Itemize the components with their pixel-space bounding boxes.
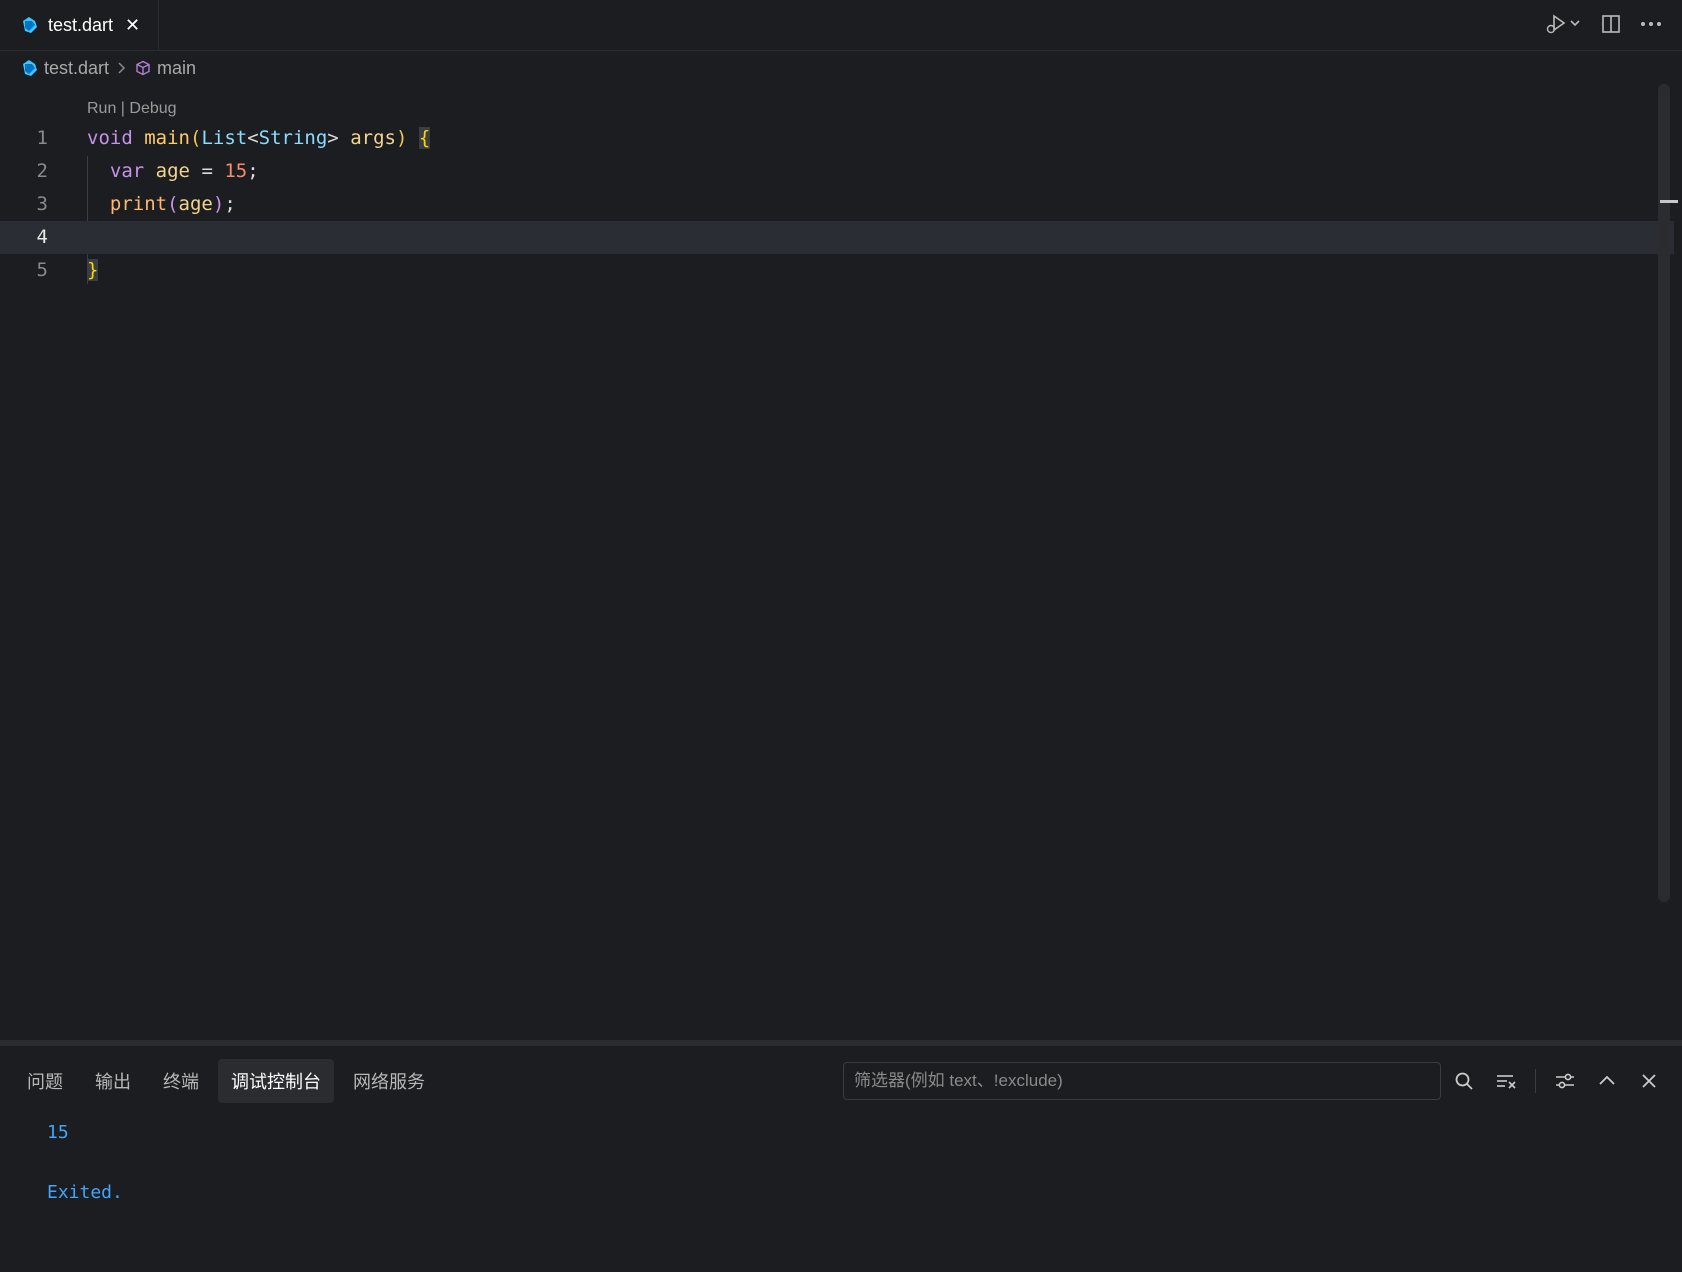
code-line-5[interactable]: 5 } (0, 254, 1674, 287)
token-function: print (109, 193, 168, 215)
token-brace: } (87, 259, 99, 281)
vscode-window: test.dart ✕ test.dart main Run | Debug 1… (0, 0, 1682, 1272)
breadcrumb-symbol-label: main (157, 57, 197, 78)
tab-network-services[interactable]: 网络服务 (340, 1059, 438, 1103)
scroll-cursor-marker (1660, 200, 1678, 203)
code-line-2[interactable]: 2 var age = 15; (0, 155, 1674, 188)
token-variable: age (155, 160, 190, 182)
editor-tab-bar: test.dart ✕ (0, 0, 1682, 51)
code-editor[interactable]: Run | Debug 1 void main(List<String> arg… (0, 84, 1682, 1040)
codelens-separator: | (116, 100, 130, 117)
editor-scrollbar[interactable] (1658, 84, 1670, 902)
close-icon[interactable]: ✕ (125, 15, 140, 36)
debug-codelens[interactable]: Debug (129, 100, 176, 117)
chevron-right-icon (117, 61, 127, 75)
breadcrumb-symbol[interactable]: main (135, 58, 196, 79)
line-number: 2 (36, 160, 48, 182)
code-line-1[interactable]: 1 void main(List<String> args) { (0, 122, 1674, 155)
panel-tabs: 问题 输出 终端 调试控制台 网络服务 (14, 1059, 438, 1103)
console-line: Exited. (47, 1182, 123, 1203)
token-function: main (144, 127, 190, 149)
token-paren: ( (189, 127, 202, 149)
split-editor-icon[interactable] (1598, 11, 1624, 37)
line-number: 4 (36, 226, 48, 248)
panel-actions (1451, 1064, 1662, 1098)
bottom-panel: 问题 输出 终端 调试控制台 网络服务 筛选器(例如 text、!exclude… (0, 1040, 1682, 1272)
clear-console-icon[interactable] (1493, 1068, 1519, 1094)
token-variable: age (178, 193, 213, 215)
tab-test-dart[interactable]: test.dart ✕ (0, 0, 159, 50)
codelens: Run | Debug (87, 100, 177, 118)
debug-console-output: 15 Exited. (47, 1118, 123, 1208)
token-punc: > (327, 127, 339, 149)
code-line-3[interactable]: 3 print(age); (0, 188, 1674, 221)
token-brace: { (418, 127, 431, 149)
run-codelens[interactable]: Run (87, 100, 116, 117)
breadcrumb-file-label: test.dart (44, 57, 110, 78)
token-type: String (258, 127, 328, 149)
token-punc: ; (224, 193, 236, 215)
tab-terminal[interactable]: 终端 (150, 1059, 212, 1103)
code-line-4[interactable]: 4 (0, 221, 1674, 254)
token-paren: ) (212, 193, 225, 215)
editor-actions (1540, 8, 1664, 40)
console-line: 15 (47, 1122, 69, 1143)
console-filter-input[interactable] (843, 1062, 1441, 1100)
tab-debug-console[interactable]: 调试控制台 (218, 1059, 334, 1103)
tab-label: test.dart (48, 14, 114, 35)
token-type: List (201, 127, 248, 149)
close-panel-icon[interactable] (1636, 1068, 1662, 1094)
actions-divider (1535, 1069, 1536, 1093)
token-punc: < (247, 127, 259, 149)
method-cube-icon (136, 60, 150, 76)
dart-file-icon (23, 60, 37, 76)
breadcrumb: test.dart main (20, 56, 196, 80)
token-paren: ) (395, 127, 408, 149)
token-paren: ( (167, 193, 179, 215)
line-number: 1 (36, 127, 48, 149)
more-actions-icon[interactable] (1638, 11, 1664, 37)
line-number: 5 (36, 259, 48, 281)
settings-sliders-icon[interactable] (1552, 1068, 1578, 1094)
run-debug-icon[interactable] (1540, 11, 1584, 37)
line-number: 3 (36, 193, 48, 215)
token-keyword: var (109, 160, 145, 182)
tab-output[interactable]: 输出 (82, 1059, 144, 1103)
chevron-up-icon[interactable] (1594, 1068, 1620, 1094)
breadcrumb-file[interactable]: test.dart (20, 58, 109, 79)
search-icon[interactable] (1451, 1068, 1477, 1094)
dart-file-icon (23, 17, 37, 33)
token-param: args (350, 127, 396, 149)
token-punc: ; (247, 160, 259, 182)
tab-problems[interactable]: 问题 (14, 1059, 76, 1103)
token-operator: = (190, 160, 225, 182)
token-keyword: void (87, 127, 133, 149)
token-number: 15 (224, 160, 248, 182)
